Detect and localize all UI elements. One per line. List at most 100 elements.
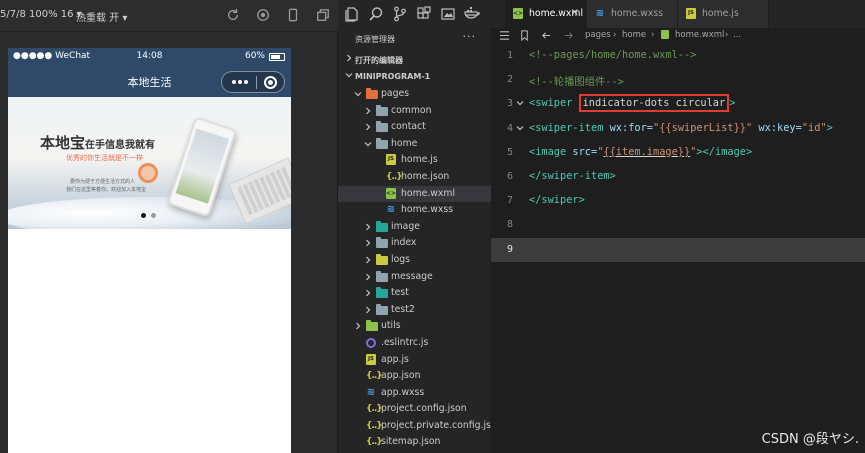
toggle-sidebar-icon[interactable]: [499, 30, 510, 44]
more-dots-icon[interactable]: [232, 75, 254, 89]
tree-item-project-config-json[interactable]: {..} project.config.json: [338, 401, 491, 418]
tree-item-app-js[interactable]: JS app.js: [338, 352, 491, 369]
extensions-icon[interactable]: [416, 6, 432, 22]
files-icon[interactable]: [344, 6, 360, 22]
code-line[interactable]: 8: [491, 213, 865, 237]
fold-chevron-icon[interactable]: [516, 98, 524, 106]
tree-item-pages[interactable]: pages: [338, 86, 491, 103]
tab-home-js[interactable]: JS home.js: [678, 0, 769, 28]
banner-note-1: 要你为便于方便生活方式的人: [70, 179, 136, 185]
tree-item-home-wxml[interactable]: <> home.wxml: [338, 185, 491, 203]
page-body: [8, 229, 291, 453]
file-icon-wrap: ≋: [366, 387, 378, 399]
indicator-dot[interactable]: [151, 213, 156, 218]
code-line[interactable]: 4 <swiper-item wx:for="{{swiperList}}" wx…: [491, 117, 865, 141]
phone-icon[interactable]: [286, 8, 300, 22]
tree-item-app-json[interactable]: {..} app.json: [338, 368, 491, 385]
source-control-icon[interactable]: [392, 6, 408, 22]
line-number: 9: [506, 243, 513, 255]
tree-item-message[interactable]: message: [338, 269, 491, 286]
tree-item-home-wxss[interactable]: ≋ home.wxss: [338, 202, 491, 219]
tree-item-common[interactable]: common: [338, 103, 491, 120]
file-tree: pages common contact home JS home.js {..} home.…: [338, 86, 500, 451]
tree-item-image[interactable]: image: [338, 219, 491, 236]
code-line[interactable]: 5 <image src="{{item.image}}"></image>: [491, 141, 865, 165]
breadcrumb-separator: ›: [613, 30, 617, 40]
tree-item-eslintrc-js[interactable]: .eslintrc.js: [338, 335, 491, 352]
code-line[interactable]: 3 <swiper indicator-dots circular >: [491, 92, 865, 116]
tree-item-app-wxss[interactable]: ≋ app.wxss: [338, 385, 491, 402]
wxss-file-icon: ≋: [366, 386, 376, 398]
search-icon[interactable]: [368, 6, 384, 22]
file-icon-wrap: [376, 104, 388, 117]
tree-item-project-private-config-js[interactable]: {..} project.private.config.js...: [338, 418, 500, 435]
file-icon-wrap: JS: [366, 353, 378, 366]
code-token: </swiper>: [529, 194, 585, 207]
file-icon-wrap: [376, 270, 388, 283]
file-icon-wrap: [366, 88, 378, 100]
tree-item-test2[interactable]: test2: [338, 302, 491, 319]
open-editors-label: 打开的编辑器: [355, 56, 403, 65]
code-line[interactable]: 9: [491, 237, 865, 262]
docker-icon[interactable]: [464, 6, 480, 22]
code-token: {{item.image}}: [603, 145, 691, 158]
tree-item-sitemap-json[interactable]: {..} sitemap.json: [338, 434, 491, 451]
back-arrow-icon[interactable]: [541, 30, 552, 44]
code-token: ></image>: [696, 145, 753, 158]
tree-item-logs[interactable]: logs: [338, 252, 491, 269]
line-number: 8: [506, 219, 513, 231]
fold-chevron-icon[interactable]: [516, 123, 524, 131]
indicator-dot[interactable]: [141, 213, 146, 218]
battery-icon: [269, 53, 285, 61]
breadcrumb-pages[interactable]: pages: [585, 30, 611, 40]
simulator-panel: 5/7/8 100% 16 ▾ 热重载 开 ▾ ●●●●● WeChat 14:…: [0, 0, 338, 453]
more-actions-icon[interactable]: ···: [463, 30, 477, 43]
tab-home-wxml[interactable]: <> home.wxml ×: [505, 0, 587, 28]
forward-arrow-icon[interactable]: [563, 30, 574, 44]
tree-item-contact[interactable]: contact: [338, 119, 491, 136]
code-line[interactable]: 2 <!--轮播图组件-->: [491, 68, 865, 92]
code-line[interactable]: 6 </swiper-item>: [491, 165, 865, 189]
breadcrumb-ellipsis[interactable]: ...: [733, 30, 741, 40]
indicator-dots[interactable]: [141, 213, 156, 218]
breadcrumb-home[interactable]: home: [622, 30, 646, 40]
js-file-icon: JS: [386, 154, 396, 166]
tree-item-label: home.wxml: [401, 187, 456, 199]
code-line[interactable]: 7 </swiper>: [491, 189, 865, 213]
bookmark-icon[interactable]: [519, 30, 530, 44]
detach-window-icon[interactable]: [316, 8, 330, 22]
eslint-file-icon: [366, 337, 376, 348]
ide-window: 5/7/8 100% 16 ▾ 热重载 开 ▾ ●●●●● WeChat 14:…: [0, 0, 865, 453]
file-icon-wrap: [366, 320, 378, 332]
refresh-icon[interactable]: [226, 8, 240, 22]
tree-item-home-js[interactable]: JS home.js: [338, 152, 491, 169]
code-line[interactable]: 1 <!--pages/home/home.wxml-->: [491, 44, 865, 68]
hot-reload-select[interactable]: 热重载 开 ▾: [76, 9, 127, 24]
tree-item-label: logs: [391, 253, 411, 265]
close-circle-icon[interactable]: [264, 76, 277, 89]
breadcrumb-file[interactable]: home.wxml: [675, 30, 724, 40]
code-area[interactable]: 1 <!--pages/home/home.wxml--> 2 <!--轮播图组件--…: [491, 44, 865, 262]
project-section[interactable]: MINIPROGRAM-1: [338, 69, 491, 85]
open-editors-section[interactable]: 打开的编辑器: [338, 52, 491, 68]
zoom-select[interactable]: 5/7/8 100% 16 ▾: [0, 9, 82, 20]
banner-headline-big: 本地宝: [40, 134, 86, 152]
tree-item-label: message: [391, 270, 433, 282]
tree-item-home-json[interactable]: {..} home.json: [338, 169, 491, 186]
code-token: wx:for=: [603, 121, 654, 134]
image-preview-icon[interactable]: [440, 6, 456, 22]
close-icon[interactable]: ×: [571, 7, 579, 18]
tree-item-test[interactable]: test: [338, 285, 491, 302]
tree-item-index[interactable]: index: [338, 235, 491, 252]
file-icon-wrap: [376, 303, 388, 316]
highlighted-attributes: indicator-dots circular: [578, 94, 730, 113]
line-number: 4: [506, 122, 513, 134]
tree-item-utils[interactable]: utils: [338, 318, 491, 335]
line-number: 7: [506, 195, 513, 207]
stop-icon[interactable]: [256, 8, 270, 22]
swiper-banner[interactable]: 本地宝在手信息我就有 优秀的你生活就是不一样 要你为便于方便生活方式的人 我们在…: [8, 97, 291, 229]
file-icon-wrap: {..}: [386, 171, 403, 183]
phone-screen: ●●●●● WeChat 14:08 60% 本地生活 本地宝在手信息我就有 优…: [8, 48, 291, 453]
tab-home-wxss[interactable]: ≋ home.wxss: [587, 0, 678, 28]
tree-item-home[interactable]: home: [338, 136, 491, 153]
